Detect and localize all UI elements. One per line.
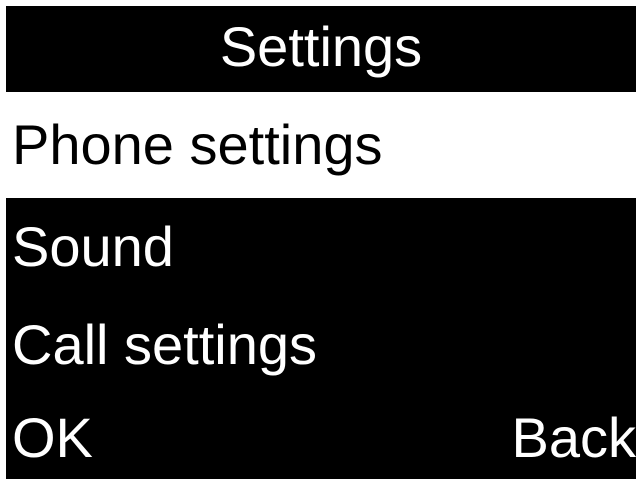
phone-screen: Settings Phone settings Sound Call setti… <box>6 6 636 479</box>
menu-item-sound[interactable]: Sound <box>6 198 636 296</box>
menu-item-call-settings[interactable]: Call settings <box>6 296 636 394</box>
settings-menu: Phone settings Sound Call settings <box>6 92 636 394</box>
menu-item-phone-settings[interactable]: Phone settings <box>6 92 636 198</box>
screen-title: Settings <box>219 15 423 78</box>
back-softkey[interactable]: Back <box>512 397 637 479</box>
softkey-bar: OK Back <box>6 397 636 479</box>
ok-softkey[interactable]: OK <box>12 397 93 479</box>
